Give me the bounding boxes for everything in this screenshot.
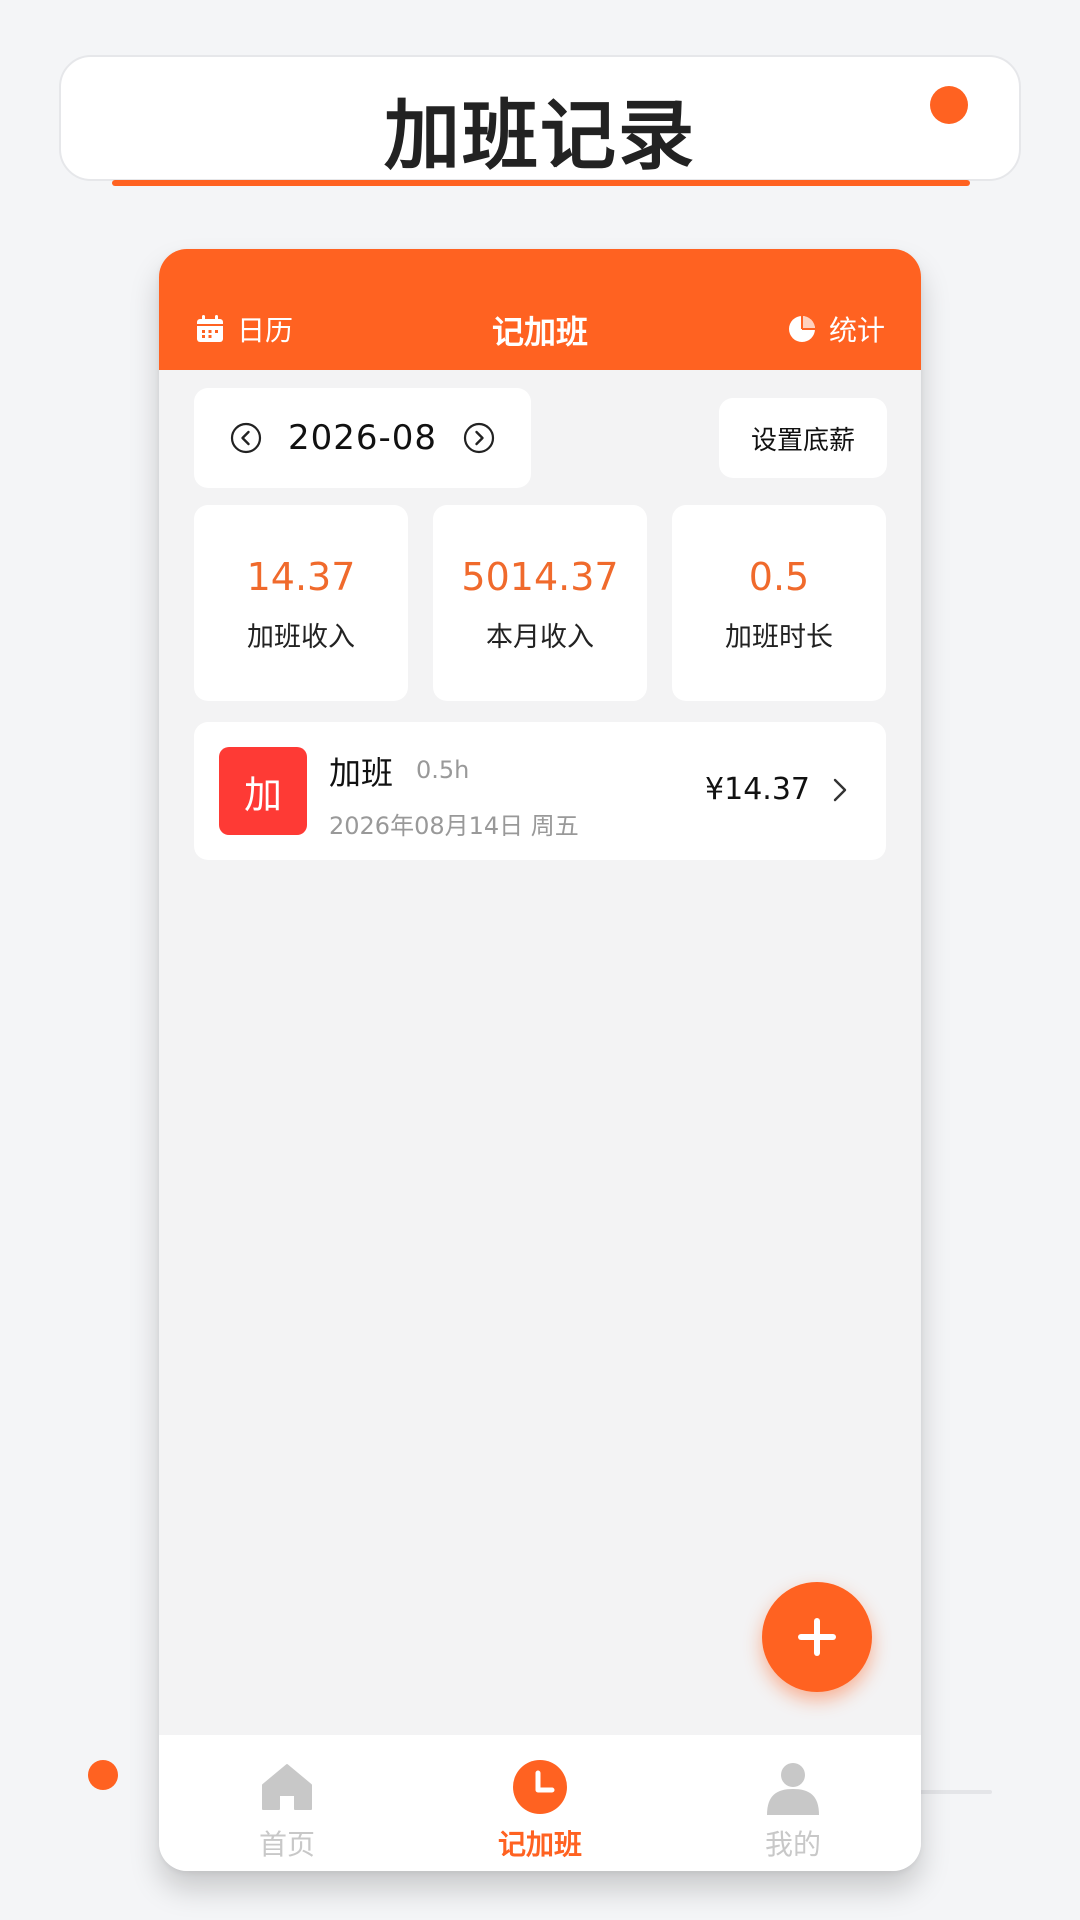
clock-icon <box>513 1760 567 1814</box>
month-selector: 2026-08 <box>194 388 531 488</box>
record-hours: 0.5h <box>416 756 470 784</box>
stat-card-overtime-hours: 0.5 加班时长 <box>672 505 886 701</box>
page-title: 加班记录 <box>384 91 696 180</box>
title-underline <box>112 180 970 186</box>
stat-label: 本月收入 <box>486 622 594 653</box>
tab-label: 记加班 <box>497 1828 582 1861</box>
decorative-dot <box>88 1760 118 1790</box>
stat-value: 5014.37 <box>461 555 619 599</box>
chevron-right-icon <box>833 778 847 802</box>
tab-label: 我的 <box>764 1828 821 1861</box>
tab-record-overtime[interactable]: 记加班 <box>440 1735 640 1871</box>
set-base-salary-button[interactable]: 设置底薪 <box>719 398 887 478</box>
stat-card-overtime-income: 14.37 加班收入 <box>194 505 408 701</box>
stats-button[interactable]: 统计 <box>787 309 885 349</box>
record-amount: ¥14.37 <box>705 772 810 807</box>
stat-value: 0.5 <box>748 555 810 599</box>
add-record-button[interactable] <box>762 1582 872 1692</box>
stat-card-monthly-income: 5014.37 本月收入 <box>433 505 647 701</box>
stat-label: 加班收入 <box>247 622 355 653</box>
pie-chart-icon <box>788 316 815 342</box>
bottom-tab-bar: 首页 记加班 我的 <box>159 1735 921 1871</box>
current-month: 2026-08 <box>287 418 438 458</box>
title-accent-dot <box>930 86 968 124</box>
stat-label: 加班时长 <box>725 622 833 653</box>
chevron-left-circle-icon[interactable] <box>230 422 262 454</box>
list-item[interactable]: 加 加班 0.5h 2026年08月14日 周五 ¥14.37 <box>194 722 886 860</box>
app-header: 日历 记加班 统计 <box>159 249 921 370</box>
record-type-badge: 加 <box>219 747 307 835</box>
plus-icon <box>798 1618 836 1656</box>
user-icon <box>767 1763 819 1815</box>
home-icon <box>262 1764 312 1810</box>
stat-value: 14.37 <box>246 555 356 599</box>
tab-home[interactable]: 首页 <box>187 1735 387 1871</box>
record-date: 2026年08月14日 周五 <box>329 812 579 840</box>
tab-label: 首页 <box>258 1828 315 1861</box>
chevron-right-circle-icon[interactable] <box>463 422 495 454</box>
tab-profile[interactable]: 我的 <box>693 1735 893 1871</box>
record-title: 加班 <box>329 754 394 792</box>
phone-frame: 日历 记加班 统计 2026-08 设置底薪 14.37 加班收入 5014.3… <box>159 249 921 1871</box>
stats-label: 统计 <box>828 314 885 347</box>
stats-summary: 14.37 加班收入 5014.37 本月收入 0.5 加班时长 <box>194 505 886 701</box>
